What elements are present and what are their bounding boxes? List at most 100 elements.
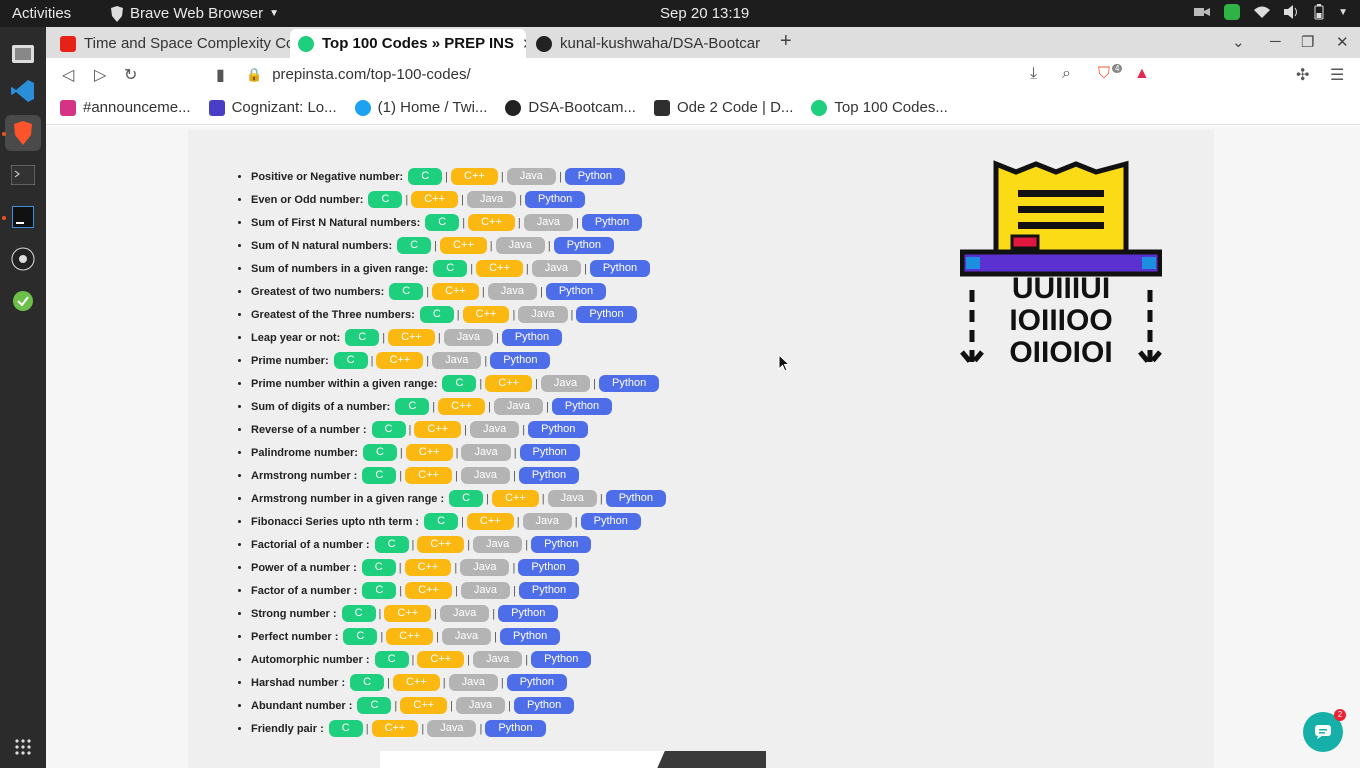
bookmark-icon[interactable]: ▮ bbox=[216, 65, 225, 85]
cpp-link[interactable]: C++ bbox=[476, 260, 523, 277]
java-link[interactable]: Java bbox=[547, 490, 597, 507]
c-link[interactable]: C bbox=[350, 674, 385, 691]
python-link[interactable]: Python bbox=[551, 398, 613, 415]
java-link[interactable]: Java bbox=[495, 237, 545, 254]
python-link[interactable]: Python bbox=[519, 444, 580, 461]
tab-0[interactable]: Time and Space Complexity Cc bbox=[52, 29, 290, 58]
c-link[interactable]: C bbox=[341, 605, 376, 622]
c-link[interactable]: C bbox=[408, 168, 443, 185]
java-link[interactable]: Java bbox=[432, 352, 482, 369]
java-link[interactable]: Java bbox=[506, 168, 556, 185]
address-bar[interactable]: 🔒 prepinsta.com/top-100-codes/ bbox=[246, 61, 1146, 88]
restore-button[interactable]: ❐ bbox=[1301, 33, 1314, 51]
c-link[interactable]: C bbox=[419, 306, 454, 323]
c-link[interactable]: C bbox=[425, 214, 460, 231]
java-link[interactable]: Java bbox=[487, 283, 537, 300]
cpp-link[interactable]: C++ bbox=[388, 329, 435, 346]
java-link[interactable]: Java bbox=[460, 582, 511, 599]
java-link[interactable]: Java bbox=[427, 720, 477, 737]
c-link[interactable]: C bbox=[397, 237, 432, 254]
python-link[interactable]: Python bbox=[580, 513, 641, 530]
java-link[interactable]: Java bbox=[523, 214, 574, 231]
java-link[interactable]: Java bbox=[460, 559, 510, 576]
python-link[interactable]: Python bbox=[576, 306, 637, 323]
new-tab-button[interactable]: + bbox=[780, 30, 792, 53]
extensions-icon[interactable]: ✣ bbox=[1296, 65, 1309, 85]
cpp-link[interactable]: C++ bbox=[371, 720, 419, 737]
c-link[interactable]: C bbox=[357, 697, 392, 714]
vscode-icon[interactable] bbox=[5, 73, 41, 109]
cpp-link[interactable]: C++ bbox=[376, 352, 424, 369]
python-link[interactable]: Python bbox=[599, 375, 660, 392]
c-link[interactable]: C bbox=[361, 559, 396, 576]
bookmark-item[interactable]: (1) Home / Twi... bbox=[354, 99, 487, 116]
java-link[interactable]: Java bbox=[466, 191, 517, 208]
java-link[interactable]: Java bbox=[493, 398, 544, 415]
java-link[interactable]: Java bbox=[518, 306, 568, 323]
cpp-link[interactable]: C++ bbox=[440, 237, 487, 254]
python-link[interactable]: Python bbox=[518, 582, 580, 599]
install-icon[interactable]: ⤓ bbox=[1030, 65, 1037, 83]
intellij-icon[interactable] bbox=[5, 199, 41, 235]
bookmark-item[interactable]: Top 100 Codes... bbox=[811, 99, 948, 116]
close-window-button[interactable]: ✕ bbox=[1336, 33, 1349, 51]
python-link[interactable]: Python bbox=[490, 352, 551, 369]
c-link[interactable]: C bbox=[374, 651, 409, 668]
java-link[interactable]: Java bbox=[473, 651, 523, 668]
obs-icon[interactable] bbox=[5, 241, 41, 277]
java-link[interactable]: Java bbox=[455, 697, 506, 714]
forward-icon[interactable]: ▷ bbox=[94, 65, 106, 85]
c-link[interactable]: C bbox=[343, 628, 378, 645]
python-link[interactable]: Python bbox=[605, 490, 666, 507]
close-tab-icon[interactable]: ✕ bbox=[522, 35, 526, 53]
cpp-link[interactable]: C++ bbox=[417, 536, 465, 553]
c-link[interactable]: C bbox=[362, 467, 397, 484]
cpp-link[interactable]: C++ bbox=[411, 191, 459, 208]
brave-shields-icon[interactable]: ⛉ bbox=[1098, 65, 1110, 83]
c-link[interactable]: C bbox=[368, 191, 403, 208]
java-link[interactable]: Java bbox=[540, 375, 591, 392]
cpp-link[interactable]: C++ bbox=[485, 375, 533, 392]
clock-app-icon[interactable] bbox=[5, 283, 41, 319]
app-menu[interactable]: Brave Web Browser ▼ bbox=[110, 5, 279, 22]
reload-icon[interactable]: ↻ bbox=[124, 65, 137, 85]
c-link[interactable]: C bbox=[395, 398, 430, 415]
java-link[interactable]: Java bbox=[441, 628, 492, 645]
python-link[interactable]: Python bbox=[514, 697, 575, 714]
activities-button[interactable]: Activities bbox=[12, 5, 71, 22]
c-link[interactable]: C bbox=[442, 375, 477, 392]
bookmark-item[interactable]: DSA-Bootcam... bbox=[505, 99, 636, 116]
cpp-link[interactable]: C++ bbox=[405, 467, 452, 484]
python-link[interactable]: Python bbox=[531, 536, 592, 553]
cpp-link[interactable]: C++ bbox=[405, 444, 453, 461]
bookmark-item[interactable]: #announceme... bbox=[60, 99, 191, 116]
python-link[interactable]: Python bbox=[589, 260, 651, 277]
c-link[interactable]: C bbox=[345, 329, 380, 346]
zoom-icon[interactable]: ⌕ bbox=[1062, 65, 1071, 83]
python-link[interactable]: Python bbox=[553, 237, 615, 254]
c-link[interactable]: C bbox=[362, 444, 397, 461]
c-link[interactable]: C bbox=[362, 582, 397, 599]
python-link[interactable]: Python bbox=[518, 467, 580, 484]
cpp-link[interactable]: C++ bbox=[400, 697, 448, 714]
tab-1[interactable]: Top 100 Codes » PREP INS ✕ bbox=[290, 29, 526, 58]
cpp-link[interactable]: C++ bbox=[491, 490, 539, 507]
java-link[interactable]: Java bbox=[440, 605, 490, 622]
cpp-link[interactable]: C++ bbox=[466, 513, 514, 530]
minimize-button[interactable]: ─ bbox=[1270, 33, 1281, 50]
cpp-link[interactable]: C++ bbox=[405, 582, 452, 599]
back-icon[interactable]: ◁ bbox=[62, 65, 74, 85]
terminal-icon[interactable] bbox=[5, 157, 41, 193]
c-link[interactable]: C bbox=[328, 720, 363, 737]
python-link[interactable]: Python bbox=[485, 720, 546, 737]
brave-dock-icon[interactable] bbox=[5, 115, 41, 151]
c-link[interactable]: C bbox=[389, 283, 424, 300]
cpp-link[interactable]: C++ bbox=[404, 559, 452, 576]
files-icon[interactable] bbox=[5, 35, 41, 71]
cpp-link[interactable]: C++ bbox=[438, 398, 485, 415]
cpp-link[interactable]: C++ bbox=[462, 306, 510, 323]
brave-rewards-icon[interactable]: ▲ bbox=[1134, 65, 1150, 83]
c-link[interactable]: C bbox=[333, 352, 368, 369]
python-link[interactable]: Python bbox=[528, 421, 589, 438]
cpp-link[interactable]: C++ bbox=[386, 628, 434, 645]
